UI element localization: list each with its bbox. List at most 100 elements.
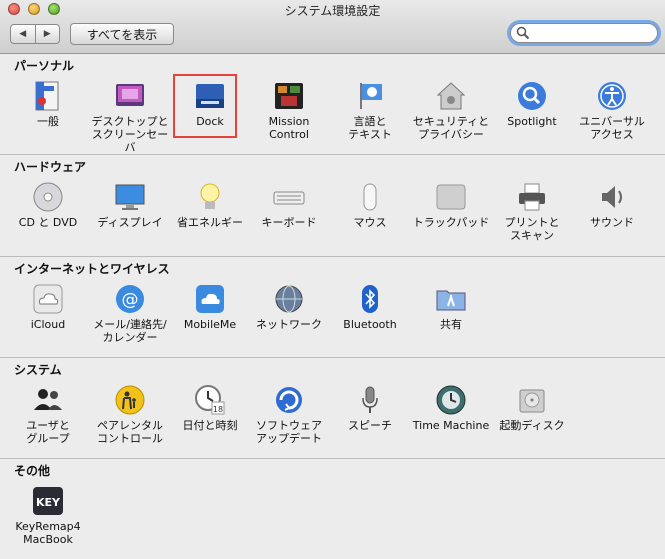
update-icon (273, 384, 305, 416)
mail-icon (114, 283, 146, 315)
pref-item-label: ユーザと グループ (26, 419, 70, 445)
language-icon (354, 80, 386, 112)
pref-item-accessibility[interactable]: ユニバーサル アクセス (570, 80, 654, 141)
section-header: インターネットとワイヤレス (14, 262, 170, 276)
pref-item-label: プリントと スキャン (504, 216, 560, 242)
mouse-icon (354, 181, 386, 213)
parental-icon (114, 384, 146, 416)
section-header: ハードウェア (14, 160, 87, 174)
mobileme-icon (194, 283, 226, 315)
pref-item-sharing[interactable]: 共有 (409, 283, 493, 331)
pref-item-network[interactable]: ネットワーク (247, 283, 331, 331)
keyremap-badge-text: KEY (36, 496, 61, 509)
display-icon (114, 181, 146, 213)
section-header: その他 (14, 464, 51, 478)
pref-item-label: キーボード (261, 216, 317, 229)
keyremap-icon: KEY (32, 485, 64, 517)
speech-icon (354, 384, 386, 416)
forward-button[interactable]: ▶ (34, 25, 60, 43)
pref-item-parental[interactable]: ペアレンタル コントロール (88, 384, 172, 445)
trackpad-icon (435, 181, 467, 213)
section-0: パーソナル 一般 デスクトップと スクリーンセーバ Dock Mission Contr… (0, 53, 665, 154)
pref-item-language[interactable]: 言語と テキスト (328, 80, 412, 141)
pref-item-speech[interactable]: スピーチ (328, 384, 412, 432)
section-header: パーソナル (14, 59, 75, 73)
pref-item-label: デスクトップと スクリーンセーバ (91, 115, 169, 154)
keyboard-icon (273, 181, 305, 213)
pref-item-label: 起動ディスク (499, 419, 565, 432)
timemachine-icon (435, 384, 467, 416)
pref-item-label: ペアレンタル コントロール (97, 419, 163, 445)
pref-item-label: 省エネルギー (177, 216, 243, 229)
back-button[interactable]: ◀ (11, 25, 35, 43)
pref-item-bluetooth[interactable]: Bluetooth (328, 283, 412, 331)
search-input[interactable] (533, 25, 651, 40)
pref-item-display[interactable]: ディスプレイ (88, 181, 172, 229)
security-icon (435, 80, 467, 112)
general-icon (32, 80, 64, 112)
section-header: システム (14, 363, 62, 377)
pref-item-label: CD と DVD (18, 216, 78, 229)
search-field[interactable] (510, 23, 658, 43)
pref-item-timemachine[interactable]: Time Machine (409, 384, 493, 432)
pref-item-mobileme[interactable]: MobileMe (168, 283, 252, 331)
pref-item-label: ディスプレイ (97, 216, 163, 229)
pref-item-keyboard[interactable]: キーボード (247, 181, 331, 229)
back-forward-control: ◀ ▶ (10, 24, 60, 44)
pref-item-label: 一般 (37, 115, 59, 128)
pref-item-trackpad[interactable]: トラックパッド (409, 181, 493, 229)
pref-item-startup-disk[interactable]: 起動ディスク (490, 384, 574, 432)
sharing-icon (435, 283, 467, 315)
section-3: システムユーザと グループ ペアレンタル コントロール 日付と時刻 ソフトウェア アッ… (0, 357, 665, 458)
pref-item-label: ネットワーク (256, 318, 322, 331)
pref-item-users[interactable]: ユーザと グループ (6, 384, 90, 445)
show-all-button[interactable]: すべてを表示 (70, 23, 174, 45)
pref-item-general[interactable]: 一般 (6, 80, 90, 128)
energy-icon (194, 181, 226, 213)
pref-item-energy[interactable]: 省エネルギー (168, 181, 252, 229)
pref-item-mail[interactable]: メール/連絡先/ カレンダー (88, 283, 172, 344)
bluetooth-icon (354, 283, 386, 315)
pref-item-label: 言語と テキスト (348, 115, 392, 141)
pref-item-label: iCloud (30, 318, 66, 331)
pref-item-label: スピーチ (348, 419, 392, 432)
pref-item-label: MobileMe (183, 318, 237, 331)
pref-item-security[interactable]: セキュリティと プライバシー (409, 80, 493, 141)
cd-icon (32, 181, 64, 213)
icloud-icon (32, 283, 64, 315)
search-icon (516, 26, 530, 40)
pref-item-spotlight[interactable]: Spotlight (490, 80, 574, 128)
printer-icon (516, 181, 548, 213)
pref-item-cd[interactable]: CD と DVD (6, 181, 90, 229)
spotlight-icon (516, 80, 548, 112)
accessibility-icon (596, 80, 628, 112)
desktop-icon (114, 80, 146, 112)
system-preferences-window: システム環境設定 ◀ ▶ すべてを表示 パーソナル一般 デスクトップと スクリーン… (0, 0, 665, 559)
pref-item-sound[interactable]: サウンド (570, 181, 654, 229)
pref-item-label: KeyRemap4 MacBook (15, 520, 81, 546)
pref-item-label: 共有 (440, 318, 462, 331)
pref-item-label: トラックパッド (412, 216, 490, 229)
pref-item-keyremap[interactable]: KEY KeyRemap4 MacBook (6, 485, 90, 546)
pref-item-mouse[interactable]: マウス (328, 181, 412, 229)
toolbar: システム環境設定 ◀ ▶ すべてを表示 (0, 0, 665, 54)
startup-disk-icon (516, 384, 548, 416)
pref-item-printer[interactable]: プリントと スキャン (490, 181, 574, 242)
users-icon (32, 384, 64, 416)
mission-control-icon (273, 80, 305, 112)
pref-item-label: ユニバーサル アクセス (579, 115, 645, 141)
pref-item-icloud[interactable]: iCloud (6, 283, 90, 331)
pref-item-update[interactable]: ソフトウェア アップデート (247, 384, 331, 445)
pref-item-label: Bluetooth (343, 318, 397, 331)
network-icon (273, 283, 305, 315)
pref-item-label: メール/連絡先/ カレンダー (93, 318, 167, 344)
section-2: インターネットとワイヤレス iCloud メール/連絡先/ カレンダー MobileM… (0, 256, 665, 357)
pref-item-label: ソフトウェア アップデート (256, 419, 322, 445)
pref-item-label: セキュリティと プライバシー (412, 115, 490, 141)
pref-item-desktop[interactable]: デスクトップと スクリーンセーバ (88, 80, 172, 154)
dock-highlight-box (173, 74, 237, 138)
pref-item-mission-control[interactable]: Mission Control (247, 80, 331, 141)
pref-item-datetime[interactable]: 日付と時刻 (168, 384, 252, 432)
section-4: その他 KEY KeyRemap4 MacBook (0, 458, 665, 559)
datetime-icon (194, 384, 226, 416)
